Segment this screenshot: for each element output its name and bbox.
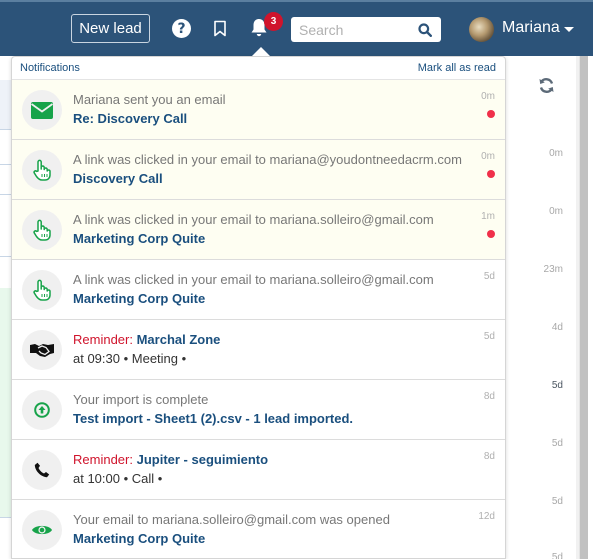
notification-time: 5d bbox=[483, 331, 495, 342]
notification-time: 8d bbox=[483, 451, 495, 462]
notification-icon-circle bbox=[22, 150, 62, 190]
notification-description: Reminder: Jupiter - seguimiento bbox=[73, 452, 268, 467]
notification-icon-circle bbox=[22, 390, 62, 430]
notification-time: 0m bbox=[481, 91, 495, 102]
notification-description: Mariana sent you an email bbox=[73, 92, 226, 107]
notification-subject-link[interactable]: Test import - Sheet1 (2).csv - 1 lead im… bbox=[73, 411, 353, 426]
reminder-label: Reminder: bbox=[73, 452, 133, 467]
notification-item[interactable]: Your import is complete Test import - Sh… bbox=[12, 380, 505, 440]
notification-subject-link[interactable]: Marketing Corp Quite bbox=[73, 531, 205, 546]
background-time: 5d bbox=[551, 438, 563, 449]
chevron-down-icon[interactable] bbox=[564, 27, 574, 32]
notification-description: Reminder: Marchal Zone bbox=[73, 332, 220, 347]
background-time: 5d bbox=[551, 380, 563, 391]
reminder-subject-link[interactable]: Jupiter - seguimiento bbox=[137, 452, 268, 467]
background-time: 5d bbox=[551, 552, 563, 559]
notification-item[interactable]: A link was clicked in your email to mari… bbox=[12, 260, 505, 320]
notification-icon-circle bbox=[22, 330, 62, 370]
notification-description: Your email to mariana.solleiro@gmail.com… bbox=[73, 512, 390, 527]
user-avatar[interactable] bbox=[469, 17, 494, 42]
notification-subject-link[interactable]: Discovery Call bbox=[73, 171, 163, 186]
notification-time: 1m bbox=[481, 211, 495, 222]
notification-description: A link was clicked in your email to mari… bbox=[73, 212, 434, 227]
user-menu-name[interactable]: Mariana bbox=[502, 19, 560, 37]
notification-item[interactable]: Mariana sent you an email Re: Discovery … bbox=[12, 80, 505, 140]
notification-description: A link was clicked in your email to mari… bbox=[73, 272, 434, 287]
notification-count-badge: 3 bbox=[264, 12, 283, 31]
notification-item[interactable]: A link was clicked in your email to mari… bbox=[12, 140, 505, 200]
notification-item[interactable]: Reminder: Marchal Zone at 09:30 • Meetin… bbox=[12, 320, 505, 380]
handshake-icon bbox=[30, 344, 54, 357]
pointer-hand-icon bbox=[33, 279, 51, 301]
notification-time: 0m bbox=[481, 151, 495, 162]
background-page-right bbox=[506, 56, 576, 559]
panel-pointer bbox=[252, 47, 270, 56]
notification-time: 12d bbox=[478, 511, 495, 522]
refresh-icon[interactable] bbox=[538, 77, 555, 94]
notification-time: 5d bbox=[483, 271, 495, 282]
notification-icon-circle bbox=[22, 270, 62, 310]
background-time: 5d bbox=[551, 496, 563, 507]
scrollbar[interactable] bbox=[579, 56, 588, 559]
notification-item[interactable]: Your email to mariana.solleiro@gmail.com… bbox=[12, 500, 505, 558]
background-time: 4d bbox=[551, 322, 563, 333]
top-navigation-bar: New lead ? 3 Mariana bbox=[0, 0, 593, 56]
bookmark-icon[interactable] bbox=[213, 20, 227, 37]
notification-item[interactable]: A link was clicked in your email to mari… bbox=[12, 200, 505, 260]
upload-circle-icon bbox=[34, 402, 50, 418]
notifications-panel: Notifications Mark all as read Mariana s… bbox=[11, 56, 506, 559]
envelope-icon bbox=[31, 101, 53, 119]
notification-icon-circle bbox=[22, 510, 62, 550]
background-time: 23m bbox=[543, 264, 563, 275]
unread-dot bbox=[487, 230, 495, 238]
notification-icon-circle bbox=[22, 210, 62, 250]
background-time: 0m bbox=[549, 206, 563, 217]
mark-all-read-link[interactable]: Mark all as read bbox=[418, 62, 496, 74]
reminder-details: at 09:30 • Meeting • bbox=[73, 351, 187, 366]
notification-icon-circle bbox=[22, 90, 62, 130]
pointer-hand-icon bbox=[33, 219, 51, 241]
reminder-label: Reminder: bbox=[73, 332, 133, 347]
search-icon[interactable] bbox=[418, 23, 432, 37]
eye-icon bbox=[32, 525, 52, 535]
new-lead-button[interactable]: New lead bbox=[71, 14, 150, 43]
notification-subject-link[interactable]: Marketing Corp Quite bbox=[73, 291, 205, 306]
notifications-header: Notifications Mark all as read bbox=[12, 57, 505, 80]
background-time: 0m bbox=[549, 148, 563, 159]
notification-time: 8d bbox=[483, 391, 495, 402]
search-box[interactable] bbox=[291, 17, 441, 42]
unread-dot bbox=[487, 110, 495, 118]
notification-item[interactable]: Reminder: Jupiter - seguimiento at 10:00… bbox=[12, 440, 505, 500]
notification-icon-circle bbox=[22, 450, 62, 490]
reminder-details: at 10:00 • Call • bbox=[73, 471, 163, 486]
notification-description: A link was clicked in your email to mari… bbox=[73, 152, 462, 167]
reminder-subject-link[interactable]: Marchal Zone bbox=[137, 332, 221, 347]
question-circle-icon[interactable]: ? bbox=[172, 19, 191, 38]
pointer-hand-icon bbox=[33, 159, 51, 181]
phone-icon bbox=[34, 462, 50, 478]
notification-subject-link[interactable]: Marketing Corp Quite bbox=[73, 231, 205, 246]
notification-description: Your import is complete bbox=[73, 392, 209, 407]
notification-subject-link[interactable]: Re: Discovery Call bbox=[73, 111, 187, 126]
notifications-title: Notifications bbox=[20, 62, 80, 74]
unread-dot bbox=[487, 170, 495, 178]
search-input[interactable] bbox=[291, 17, 411, 42]
